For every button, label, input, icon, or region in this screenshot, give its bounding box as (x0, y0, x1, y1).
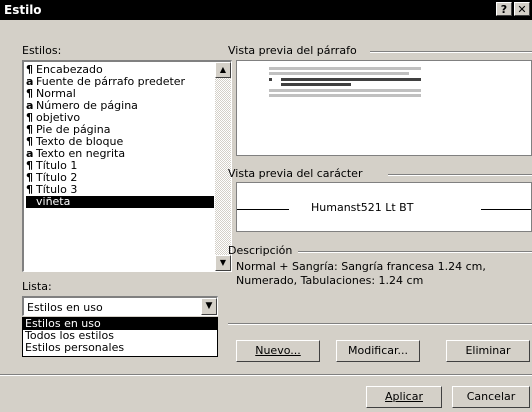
bottom-separator (0, 374, 532, 376)
character-preview-divider (388, 174, 532, 176)
description-divider (298, 251, 532, 253)
description-line-1: Normal + Sangría: Sangría francesa 1.24 … (236, 260, 486, 273)
modify-style-button[interactable]: Modificar... (336, 340, 420, 362)
buttons-separator (228, 323, 532, 325)
char-baseline-right (481, 209, 531, 210)
style-list-item[interactable]: viñeta (26, 196, 214, 208)
scroll-down-arrow-icon[interactable]: ▼ (215, 255, 231, 271)
preview-line-current-2 (281, 83, 351, 86)
preview-line-prev-2 (269, 72, 409, 75)
styles-label: Estilos: (22, 44, 62, 57)
char-baseline-left (237, 209, 289, 210)
list-label: Lista: (22, 280, 52, 293)
close-button[interactable]: ✕ (514, 2, 530, 16)
list-option[interactable]: Estilos personales (23, 342, 217, 354)
preview-line-prev-1 (269, 67, 421, 70)
character-preview-label: Vista previa del carácter (228, 167, 363, 180)
dropdown-arrow-icon[interactable]: ▼ (201, 298, 217, 315)
style-list-item-label: viñeta (36, 195, 71, 208)
description-label: Descripción (228, 244, 293, 257)
styles-list[interactable]: ¶ Encabezado a Fuente de párrafo predeter ¶ N… (22, 60, 232, 272)
apply-button[interactable]: Aplicar (366, 386, 442, 408)
preview-line-next-2 (269, 94, 421, 97)
preview-bullet-marker (269, 78, 272, 81)
list-combobox[interactable]: Estilos en uso ▼ (22, 296, 218, 316)
window-title: Estilo (4, 3, 42, 17)
paragraph-preview-divider (370, 51, 532, 53)
preview-line-next-1 (269, 89, 421, 92)
paragraph-preview-graphic (269, 67, 421, 97)
scroll-up-arrow-icon[interactable]: ▲ (215, 62, 231, 78)
character-preview-box: Humanst521 Lt BT (236, 182, 532, 232)
paragraph-preview-box (236, 60, 532, 156)
paragraph-style-icon: ¶ (26, 183, 33, 196)
description-line-2: Numerado, Tabulaciones: 1.24 cm (236, 274, 424, 287)
list-combobox-value: Estilos en uso (27, 301, 103, 314)
title-bar: Estilo (0, 0, 532, 20)
cancel-button[interactable]: Cancelar (452, 386, 530, 408)
list-dropdown[interactable]: Estilos en uso Todos los estilos Estilos p… (22, 317, 218, 357)
paragraph-preview-label: Vista previa del párrafo (228, 44, 357, 57)
delete-style-button[interactable]: Eliminar (446, 340, 530, 362)
help-button[interactable]: ? (496, 2, 512, 16)
preview-line-current-1 (281, 78, 421, 81)
new-style-button[interactable]: Nuevo... (236, 340, 320, 362)
character-preview-font: Humanst521 Lt BT (311, 201, 414, 214)
